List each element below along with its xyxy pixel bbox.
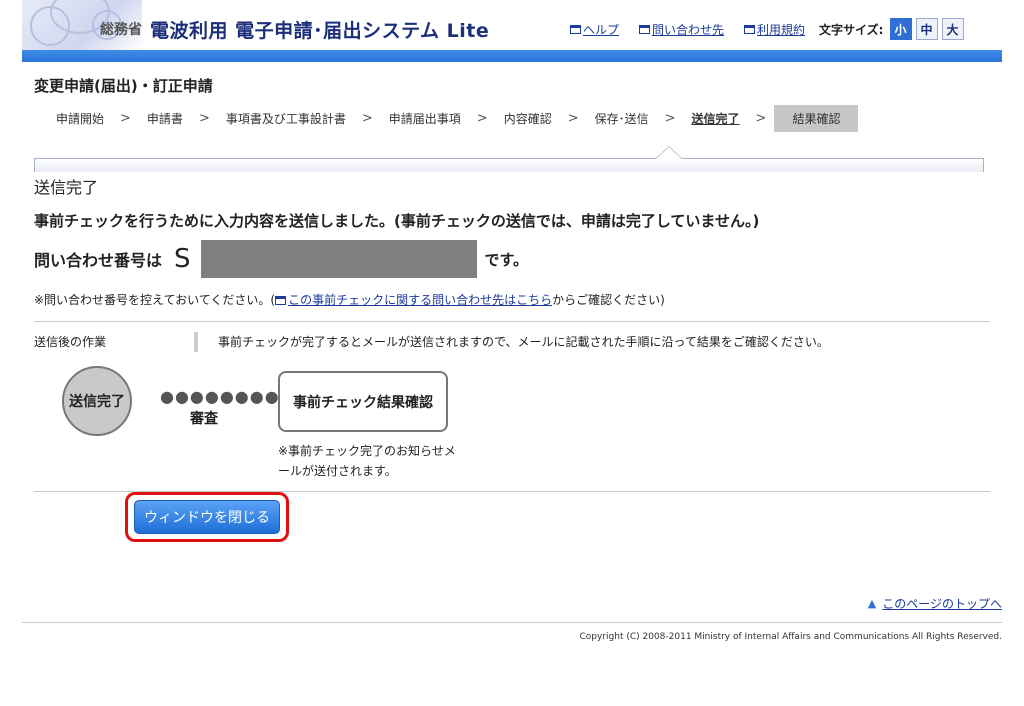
chevron-right-icon: > bbox=[755, 110, 767, 126]
header-bar bbox=[22, 50, 1002, 62]
step-confirm: 内容確認 bbox=[503, 111, 552, 126]
page-title: 変更申請(届出)・訂正申請 bbox=[34, 77, 213, 95]
after-work-text: 事前チェックが完了するとメールが送信されますので、メールに記載された手順に沿って… bbox=[218, 335, 829, 349]
ministry-name: 総務省 bbox=[100, 22, 142, 38]
help-link[interactable]: ヘルプ bbox=[570, 21, 619, 38]
step-application: 申請書 bbox=[146, 111, 183, 126]
new-window-icon bbox=[275, 296, 287, 305]
header-links: ヘルプ 問い合わせ先 利用規約 文字サイズ: 小 中 大 bbox=[570, 18, 964, 40]
step-save-send: 保存･送信 bbox=[594, 111, 649, 126]
chevron-right-icon: > bbox=[567, 110, 579, 126]
step-result: 結果確認 bbox=[774, 104, 859, 132]
inquiry-contact-link[interactable]: この事前チェックに関する問い合わせ先はこちら bbox=[288, 293, 552, 307]
chevron-right-icon: > bbox=[664, 110, 676, 126]
inquiry-suffix: です。 bbox=[484, 250, 529, 269]
font-size-selector: 小 中 大 bbox=[889, 18, 964, 40]
close-window-button[interactable]: ウィンドウを閉じる bbox=[134, 500, 280, 534]
step-start: 申請開始 bbox=[56, 111, 105, 126]
chevron-right-icon: > bbox=[120, 110, 131, 126]
chevron-right-icon: > bbox=[198, 110, 210, 126]
inquiry-prefix: 問い合わせ番号は bbox=[34, 251, 163, 270]
inquiry-number-row: 問い合わせ番号は S です。 bbox=[34, 240, 528, 278]
page-top-link[interactable]: ▲ このページのトップへ bbox=[868, 595, 1002, 612]
terms-link[interactable]: 利用規約 bbox=[744, 21, 805, 38]
contact-link[interactable]: 問い合わせ先 bbox=[639, 21, 724, 38]
new-window-icon bbox=[570, 24, 581, 34]
font-size-small-button[interactable]: 小 bbox=[889, 18, 912, 40]
chevron-right-icon: > bbox=[361, 110, 373, 126]
chevron-right-icon: > bbox=[476, 110, 488, 126]
flow-dots: ●●●●●●●● bbox=[160, 387, 280, 406]
flow-sent-complete: 送信完了 bbox=[62, 366, 132, 436]
step-items: 申請届出事項 bbox=[388, 111, 461, 126]
redacted-inquiry-number bbox=[200, 240, 477, 278]
new-window-icon bbox=[744, 24, 756, 34]
close-button-highlight: ウィンドウを閉じる bbox=[125, 492, 289, 542]
divider-vertical bbox=[194, 332, 198, 352]
header: 総務省 電波利用 電子申請･届出システム Lite ヘルプ 問い合わせ先 利用規… bbox=[22, 0, 1002, 50]
progress-steps: 申請開始 > 申請書 > 事項書及び工事設計書 > 申請届出事項 > 内容確認 > 保存･… bbox=[52, 104, 859, 132]
footer-divider bbox=[22, 622, 1002, 623]
font-size-medium-button[interactable]: 中 bbox=[915, 18, 938, 40]
copyright: Copyright (C) 2008-2011 Ministry of Inte… bbox=[579, 632, 1003, 642]
step-pointer bbox=[655, 146, 683, 159]
divider bbox=[34, 321, 990, 322]
section-title: 送信完了 bbox=[34, 178, 99, 197]
inquiry-number-start: S bbox=[174, 244, 191, 274]
font-size-label: 文字サイズ: bbox=[819, 22, 884, 37]
flow-note: ※事前チェック完了のお知らせメールが送付されます。 bbox=[278, 444, 456, 478]
site-title: 電波利用 電子申請･届出システム Lite bbox=[150, 20, 490, 42]
step-design: 事項書及び工事設計書 bbox=[225, 111, 346, 126]
flow-review: 審査 bbox=[190, 411, 218, 427]
step-sent-current: 送信完了 bbox=[691, 111, 740, 126]
triangle-up-icon: ▲ bbox=[867, 597, 877, 610]
flow-result-check: 事前チェック結果確認 bbox=[278, 371, 448, 432]
new-window-icon bbox=[639, 24, 651, 34]
font-size-large-button[interactable]: 大 bbox=[941, 18, 964, 40]
inquiry-note: ※問い合わせ番号を控えておいてください。(この事前チェックに関する問い合わせ先は… bbox=[34, 293, 665, 307]
sent-message: 事前チェックを行うために入力内容を送信しました。(事前チェックの送信では、申請は… bbox=[34, 212, 760, 230]
step-indicator-box bbox=[34, 158, 984, 172]
after-work-label: 送信後の作業 bbox=[34, 335, 107, 349]
